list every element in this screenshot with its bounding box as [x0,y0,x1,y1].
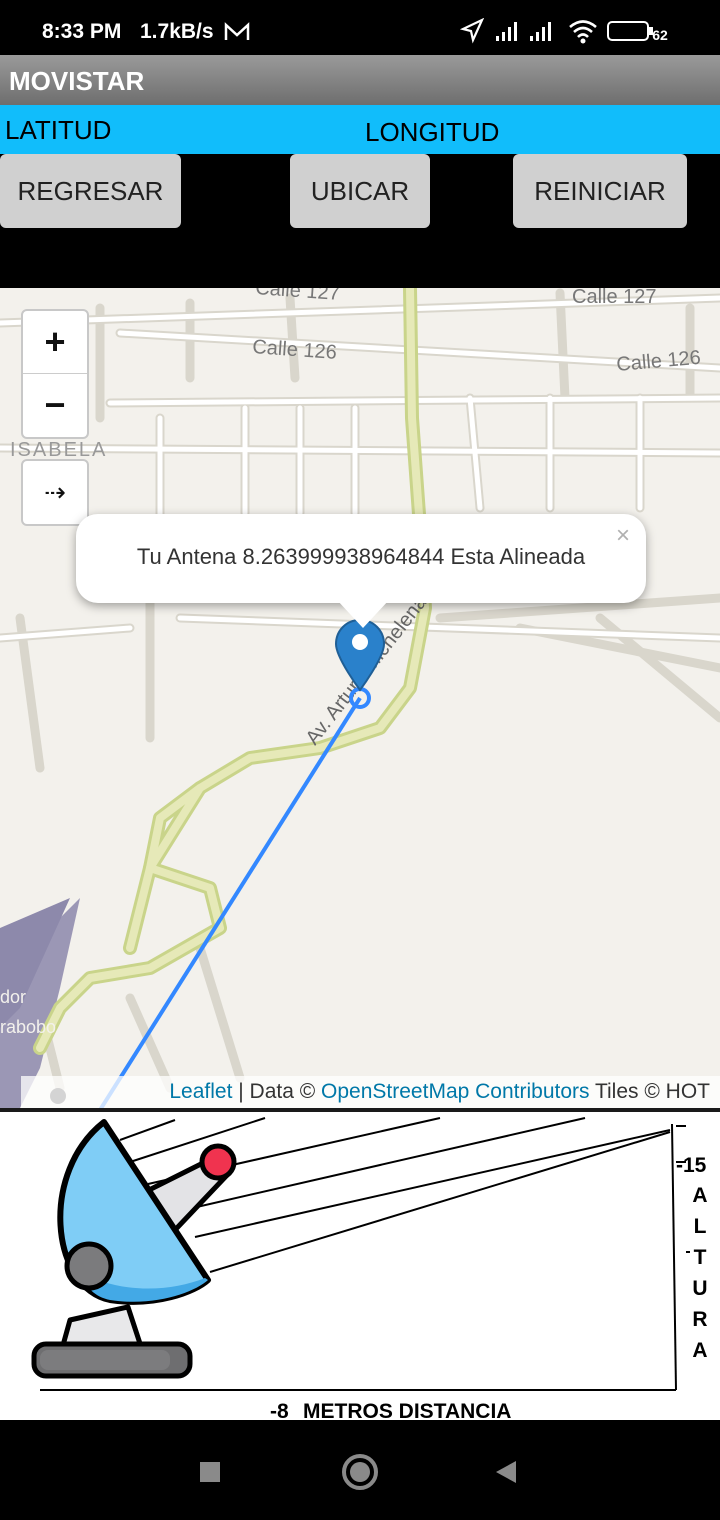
height-letter: L [693,1215,707,1238]
wifi-icon [569,20,597,44]
antenna-diagram [31,1117,690,1391]
map-view[interactable]: Calle 127 Calle 127 Calle 126 Calle 126 … [0,288,720,1108]
map-tiles[interactable]: Calle 127 Calle 127 Calle 126 Calle 126 … [0,288,720,1108]
height-label: A L T U R A [690,1180,710,1366]
button-bar: REGRESAR UBICAR REINICIAR [0,154,720,288]
status-bar: 8:33 PM 1.7kB/s [0,0,720,55]
arrow-button[interactable]: ⇢ [21,459,89,526]
height-letter: U [692,1277,708,1300]
zoom-out-button[interactable]: − [23,374,87,436]
coordinates-bar: LATITUD LONGITUD [0,105,720,154]
recents-icon[interactable] [198,1460,222,1484]
height-letter: T [693,1246,707,1269]
battery-level: 62 [652,27,668,43]
street-label: dor [0,987,26,1007]
street-label: ISABELA [10,439,107,461]
attribution-tiles: Tiles © HOT [589,1080,710,1103]
street-label: rabobo [0,1017,56,1037]
map-popup: × Tu Antena 8.263999938964844 Esta Aline… [76,514,646,628]
leaflet-link[interactable]: Leaflet [169,1080,232,1103]
back-icon[interactable] [494,1459,518,1485]
height-value: -15 [676,1154,707,1177]
app-bar: MOVISTAR [0,55,720,105]
status-speed: 1.7kB/s [140,20,214,43]
popup-text: Tu Antena 8.263999938964844 Esta Alinead… [136,544,586,569]
status-time: 8:33 PM [42,20,122,43]
locate-button[interactable]: UBICAR [290,154,430,228]
location-arrow-icon [460,18,484,44]
longitude-label: LONGITUD [365,117,500,147]
navigation-bar [0,1420,720,1520]
popup-tip [337,600,389,628]
street-label: Calle 127 [572,288,657,308]
zoom-in-button[interactable]: + [23,311,87,374]
signal-icon-2 [530,22,551,41]
height-letter: R [692,1308,708,1331]
antenna-panel: -15 A L T U R A -8 METROS DISTANCIA [0,1108,720,1424]
home-icon[interactable] [341,1453,379,1491]
back-button[interactable]: REGRESAR [0,154,181,228]
reset-button[interactable]: REINICIAR [513,154,687,228]
mail-icon [224,22,250,40]
map-attribution: Leaflet | Data © OpenStreetMap Contribut… [21,1076,720,1108]
zoom-control: + − [21,309,89,439]
osm-link[interactable]: OpenStreetMap Contributors [321,1080,589,1103]
signal-icon [496,22,517,41]
app-title: MOVISTAR [9,66,145,96]
height-letter: A [692,1339,708,1362]
height-letter: A [692,1184,708,1207]
attribution-separator: | Data © [232,1080,322,1103]
latitude-label: LATITUD [5,115,112,145]
